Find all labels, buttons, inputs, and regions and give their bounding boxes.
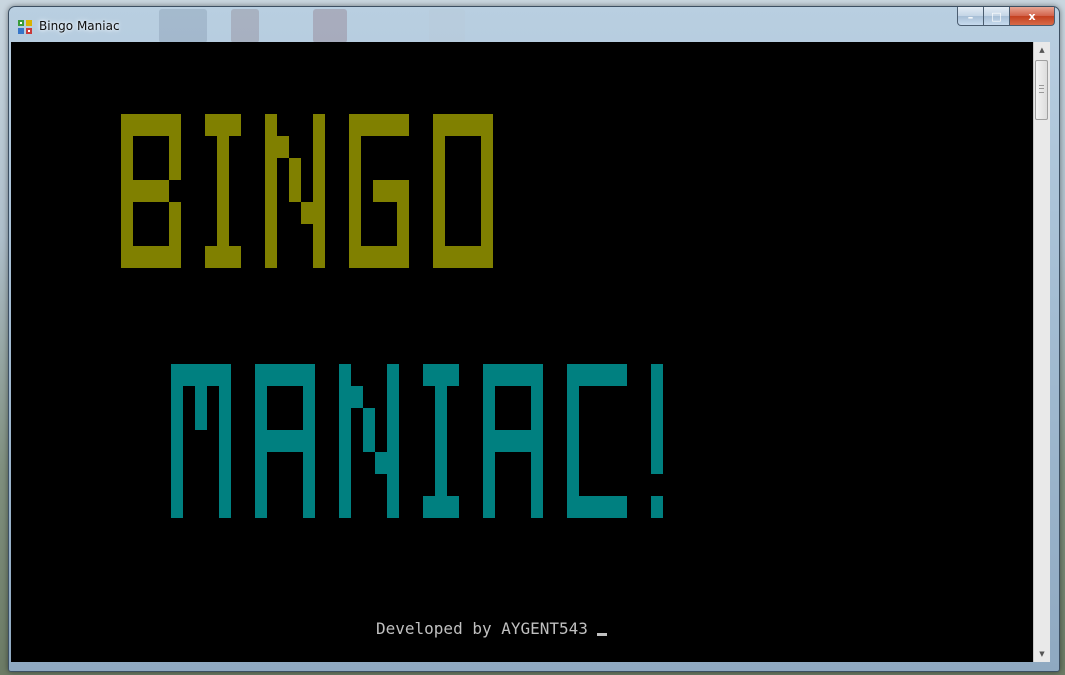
console-output-area[interactable]: Developed by AYGENT543 — [11, 42, 1033, 662]
title-bar[interactable]: Bingo Maniac – □ x — [9, 7, 1059, 47]
block-letter-b — [121, 114, 181, 268]
block-letter-c — [567, 364, 627, 518]
block-letter-n — [265, 114, 325, 268]
vertical-scrollbar[interactable]: ▲ ▼ — [1033, 42, 1050, 662]
title-banner — [121, 114, 663, 518]
block-letter-a — [483, 364, 543, 518]
scroll-up-arrow-icon[interactable]: ▲ — [1034, 42, 1050, 58]
block-letter-g — [349, 114, 409, 268]
window-title: Bingo Maniac — [39, 19, 120, 33]
developer-credit: Developed by AYGENT543 — [376, 619, 607, 638]
close-button[interactable]: x — [1010, 7, 1055, 26]
scroll-grip-icon — [1039, 85, 1044, 93]
credit-text: Developed by AYGENT543 — [376, 619, 588, 638]
blurred-background-element — [313, 9, 347, 43]
blurred-background-element — [429, 9, 465, 43]
blurred-background-element — [159, 9, 207, 43]
block-letter-exclamation — [651, 364, 663, 518]
cursor-underscore — [596, 633, 607, 636]
maniac-block-text — [171, 364, 663, 518]
bingo-block-text — [121, 114, 493, 268]
block-letter-n — [339, 364, 399, 518]
block-letter-m — [171, 364, 231, 518]
blurred-background-element — [231, 9, 259, 43]
minimize-button[interactable]: – — [957, 7, 984, 26]
scroll-thumb[interactable] — [1035, 60, 1048, 120]
minimize-icon: – — [967, 11, 974, 24]
block-letter-i — [423, 364, 459, 518]
maximize-button[interactable]: □ — [984, 7, 1010, 26]
maximize-icon: □ — [991, 9, 1002, 23]
block-letter-a — [255, 364, 315, 518]
block-letter-i — [205, 114, 241, 268]
close-icon: x — [1028, 9, 1036, 23]
scroll-down-arrow-icon[interactable]: ▼ — [1034, 646, 1050, 662]
block-letter-o — [433, 114, 493, 268]
bingo-app-icon — [18, 20, 32, 34]
window-controls: – □ x — [957, 7, 1055, 27]
